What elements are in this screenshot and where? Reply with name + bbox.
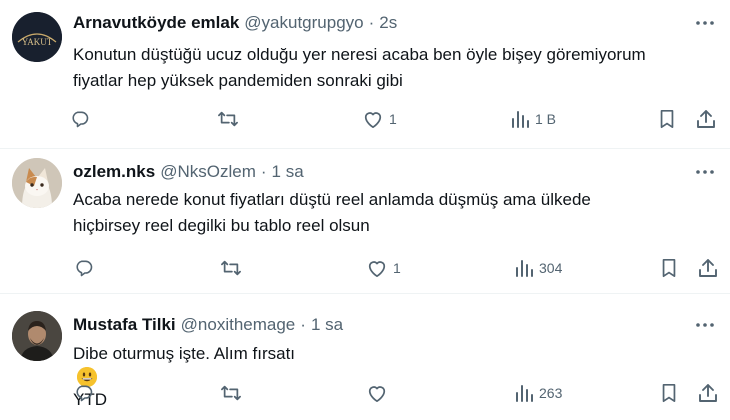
tweet-text-line: hiçbirsey reel degilki bu tablo reel ols… xyxy=(73,216,370,235)
tweet-text-before-emoji: Dibe oturmuş işte. Alım fırsatı xyxy=(73,344,296,363)
like-button[interactable]: 1 xyxy=(366,253,401,283)
like-icon xyxy=(368,386,386,403)
view-count: 263 xyxy=(539,385,563,401)
avatar[interactable]: YAKUT xyxy=(12,12,62,62)
tweet-text-line: Konutun düştüğü ucuz olduğu yer neresi a… xyxy=(73,45,646,64)
reply-icon xyxy=(76,260,93,277)
avatar[interactable] xyxy=(12,158,62,208)
more-icon[interactable] xyxy=(694,12,716,34)
views-icon xyxy=(512,111,529,128)
like-button[interactable]: 1 xyxy=(362,104,397,134)
reply-button[interactable] xyxy=(74,253,94,283)
man-avatar-image xyxy=(12,311,62,361)
retweet-icon xyxy=(218,111,238,127)
reply-icon xyxy=(72,111,89,128)
svg-text:YAKUT: YAKUT xyxy=(22,37,53,47)
bookmark-icon xyxy=(662,258,676,278)
tweet-2[interactable]: ozlem.nks @NksOzlem · 1 sa Acaba nerede … xyxy=(0,149,730,292)
author-name[interactable]: Arnavutköyde emlak xyxy=(73,12,239,34)
separator-dot: · xyxy=(368,13,375,32)
tweet-text: Acaba nerede konut fiyatları düştü reel … xyxy=(73,187,723,239)
bookmark-icon xyxy=(662,383,676,403)
tweet-text-line: Acaba nerede konut fiyatları düştü reel … xyxy=(73,190,591,209)
author-handle[interactable]: @noxithemage xyxy=(181,314,296,336)
reply-button[interactable] xyxy=(70,104,90,134)
tweet-text: Konutun düştüğü ucuz olduğu yer neresi a… xyxy=(73,42,723,94)
like-button[interactable] xyxy=(366,378,393,408)
bookmark-button[interactable] xyxy=(658,104,676,134)
reply-button[interactable] xyxy=(74,378,94,408)
like-icon xyxy=(368,261,386,278)
views-button[interactable]: 304 xyxy=(514,253,562,283)
tweet-text-line: fiyatlar hep yüksek pandemiden sonraki g… xyxy=(73,71,403,90)
author-handle[interactable]: @NksOzlem xyxy=(160,161,256,183)
cat-avatar-image xyxy=(12,158,62,208)
tweet-header: Mustafa Tilki @noxithemage · 1 sa xyxy=(73,314,343,336)
retweet-icon xyxy=(221,385,241,401)
bookmark-button[interactable] xyxy=(660,378,678,408)
retweet-button[interactable] xyxy=(220,378,242,408)
separator-dot: · xyxy=(260,162,267,181)
view-count: 1 B xyxy=(535,111,557,127)
share-button[interactable] xyxy=(698,378,718,408)
share-icon xyxy=(697,110,715,128)
more-icon[interactable] xyxy=(694,161,716,183)
tweet-3[interactable]: Mustafa Tilki @noxithemage · 1 sa Dibe o… xyxy=(0,294,730,420)
retweet-button[interactable] xyxy=(220,253,242,283)
retweet-button[interactable] xyxy=(217,104,239,134)
retweet-icon xyxy=(221,260,241,276)
share-button[interactable] xyxy=(698,253,718,283)
reply-icon xyxy=(76,385,93,402)
avatar[interactable] xyxy=(12,311,62,361)
like-count: 1 xyxy=(393,260,401,276)
tweet-header: Arnavutköyde emlak @yakutgrupgyo · 2s xyxy=(73,12,397,34)
views-icon xyxy=(516,260,533,277)
view-count: 304 xyxy=(539,260,563,276)
timestamp[interactable]: 1 sa xyxy=(272,161,304,183)
bookmark-icon xyxy=(660,109,674,129)
action-bar: 1 1 B xyxy=(62,104,730,134)
views-button[interactable]: 1 B xyxy=(510,104,556,134)
separator-dot: · xyxy=(300,315,306,334)
author-handle[interactable]: @yakutgrupgyo xyxy=(244,12,363,34)
avatar-logo: YAKUT xyxy=(12,12,62,62)
share-button[interactable] xyxy=(696,104,716,134)
share-icon xyxy=(699,384,717,402)
action-bar: 1 304 xyxy=(62,253,730,283)
author-name[interactable]: Mustafa Tilki xyxy=(73,314,176,336)
bookmark-button[interactable] xyxy=(660,253,678,283)
like-count: 1 xyxy=(389,111,397,127)
timestamp[interactable]: 1 sa xyxy=(311,314,343,336)
views-button[interactable]: 263 xyxy=(514,378,562,408)
tweet-1[interactable]: YAKUT Arnavutköyde emlak @yakutgrupgyo ·… xyxy=(0,0,730,148)
share-icon xyxy=(699,259,717,277)
tweet-header: ozlem.nks @NksOzlem · 1 sa xyxy=(73,161,304,183)
like-icon xyxy=(364,112,382,129)
action-bar: 263 xyxy=(62,378,730,408)
timestamp[interactable]: 2s xyxy=(379,12,397,34)
views-icon xyxy=(516,385,533,402)
author-name[interactable]: ozlem.nks xyxy=(73,161,155,183)
more-icon[interactable] xyxy=(694,314,716,336)
